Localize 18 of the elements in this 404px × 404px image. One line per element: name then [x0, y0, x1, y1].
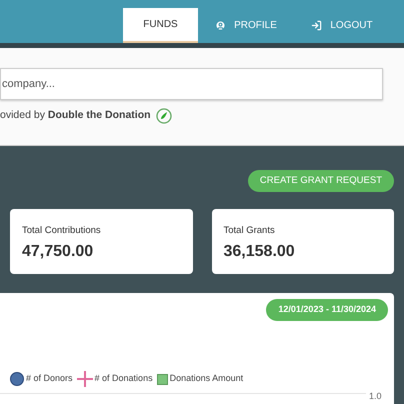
nav-tab[interactable]: LOGOUT	[294, 8, 390, 43]
sign-in-icon	[311, 20, 322, 31]
leaf-logo-icon	[156, 108, 172, 124]
date-range-button[interactable]: 12/01/2023 - 11/30/2024	[266, 299, 388, 321]
legend-label: # of Donations	[94, 372, 153, 386]
stat-value: 36,158.00	[224, 242, 296, 262]
legend-label: # of Donors	[26, 372, 73, 386]
stat-label: Total Contributions	[22, 224, 102, 238]
nav-tab[interactable]: PROFILE	[198, 8, 294, 43]
axis-tick-label: 1.0	[368, 390, 383, 403]
create-grant-request-button[interactable]: CREATE GRANT REQUEST	[248, 170, 394, 192]
stat-label: Total Grants	[224, 224, 276, 238]
user-icon	[215, 20, 226, 31]
nav-tab[interactable]: FUNDS	[123, 8, 198, 43]
legend-label: Donations Amount	[170, 372, 244, 386]
provider-text: ovided by Double the Donation	[0, 108, 151, 124]
company-search-field[interactable]: company...	[0, 68, 383, 100]
stat-value: 47,750.00	[22, 242, 94, 262]
